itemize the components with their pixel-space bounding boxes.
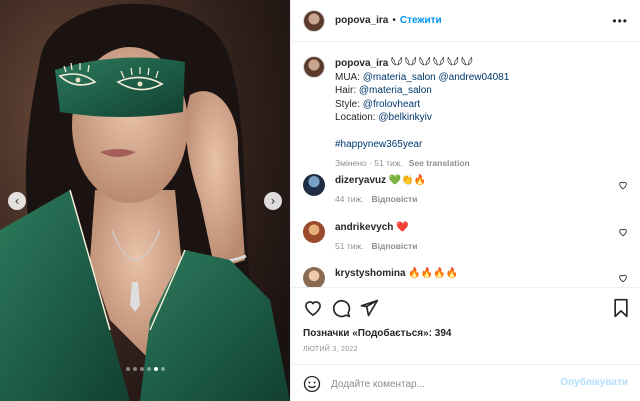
emoji-icon[interactable] bbox=[303, 375, 321, 393]
post-header: popova_ira • Стежити ••• bbox=[291, 0, 640, 42]
header-separator: • bbox=[392, 15, 396, 26]
comment-username[interactable]: dizeryavuz bbox=[335, 175, 386, 186]
carousel-prev-button[interactable]: ‹ bbox=[8, 192, 26, 210]
comment-username[interactable]: krystyshomina bbox=[335, 268, 406, 279]
commenter-avatar[interactable] bbox=[303, 221, 325, 243]
caption-location-mention[interactable]: @belkinkyiv bbox=[378, 112, 432, 123]
reply-button[interactable]: Відповісти bbox=[372, 241, 418, 251]
comment-input[interactable] bbox=[331, 376, 551, 392]
post-media[interactable]: ‹ › bbox=[0, 0, 290, 401]
like-comment-heart-icon[interactable] bbox=[618, 227, 628, 237]
like-heart-icon[interactable] bbox=[303, 298, 323, 318]
caption-username[interactable]: popova_ira 𓆩𓆪 𓆩𓆪 𓆩𓆪 𓆩𓆪 𓆩𓆪 𓆩𓆪 bbox=[335, 58, 472, 69]
comment-username[interactable]: andrikevych bbox=[335, 222, 393, 233]
caption-location-label: Location: bbox=[335, 112, 376, 123]
caption-style-label: Style: bbox=[335, 98, 361, 110]
commenter-avatar[interactable] bbox=[303, 174, 325, 196]
reply-button[interactable]: Відповісти bbox=[372, 194, 418, 204]
caption-avatar[interactable] bbox=[303, 56, 325, 78]
author-avatar[interactable] bbox=[303, 9, 325, 32]
caption-meta: Змінено · 51 тиж. See translation bbox=[335, 157, 625, 171]
caption-mua-label: MUA: bbox=[335, 71, 360, 83]
caption-hair-mention[interactable]: @materia_salon bbox=[359, 85, 432, 96]
post-photo bbox=[0, 0, 290, 401]
follow-button[interactable]: Стежити bbox=[400, 15, 442, 26]
likes-count[interactable]: Позначки «Подобається»: 394 bbox=[303, 328, 451, 339]
commenter-avatar[interactable] bbox=[303, 267, 325, 287]
caption-edited: Змінено · 51 тиж. bbox=[335, 158, 403, 168]
carousel-next-button[interactable]: › bbox=[264, 192, 282, 210]
carousel-dot bbox=[146, 367, 151, 371]
publish-button[interactable]: Опублікувати bbox=[560, 377, 628, 388]
carousel-dot bbox=[153, 367, 158, 371]
carousel-dot bbox=[125, 367, 130, 371]
carousel-dot bbox=[132, 367, 137, 371]
add-comment-bar: Опублікувати bbox=[291, 364, 640, 401]
comment-text: 💚👏🔥 bbox=[388, 175, 427, 186]
comment-bubble-icon[interactable] bbox=[331, 298, 351, 318]
comments-list[interactable]: popova_ira 𓆩𓆪 𓆩𓆪 𓆩𓆪 𓆩𓆪 𓆩𓆪 𓆩𓆪 MUA: @mater… bbox=[291, 43, 640, 287]
carousel-dot bbox=[139, 367, 144, 371]
carousel-indicator bbox=[0, 367, 290, 371]
post-actions: Позначки «Подобається»: 394 ЛЮТИЙ 3, 202… bbox=[291, 287, 640, 401]
share-paper-plane-icon[interactable] bbox=[359, 298, 379, 318]
carousel-dot bbox=[160, 367, 165, 371]
save-bookmark-icon[interactable] bbox=[611, 298, 631, 318]
post-date: ЛЮТИЙ 3, 2022 bbox=[303, 346, 358, 353]
comment-age: 51 тиж. bbox=[335, 241, 364, 251]
like-comment-heart-icon[interactable] bbox=[618, 273, 628, 283]
see-translation-button[interactable]: See translation bbox=[409, 158, 470, 168]
caption-style-mention[interactable]: @frolovheart bbox=[363, 99, 420, 110]
post-panel: popova_ira • Стежити ••• popova_ira 𓆩𓆪 𓆩… bbox=[290, 0, 640, 401]
caption-hashtag[interactable]: #happynew365year bbox=[335, 138, 625, 152]
more-options-icon[interactable]: ••• bbox=[612, 14, 628, 28]
comment-age: 44 тиж. bbox=[335, 194, 364, 204]
caption-hair-label: Hair: bbox=[335, 85, 357, 96]
author-username[interactable]: popova_ira bbox=[335, 15, 388, 26]
like-comment-heart-icon[interactable] bbox=[618, 180, 628, 190]
comment-text: 🔥🔥🔥🔥 bbox=[408, 268, 459, 279]
caption-mua-mentions[interactable]: @materia_salon @andrew04081 bbox=[363, 72, 510, 83]
comment-text: ❤️ bbox=[396, 222, 409, 233]
